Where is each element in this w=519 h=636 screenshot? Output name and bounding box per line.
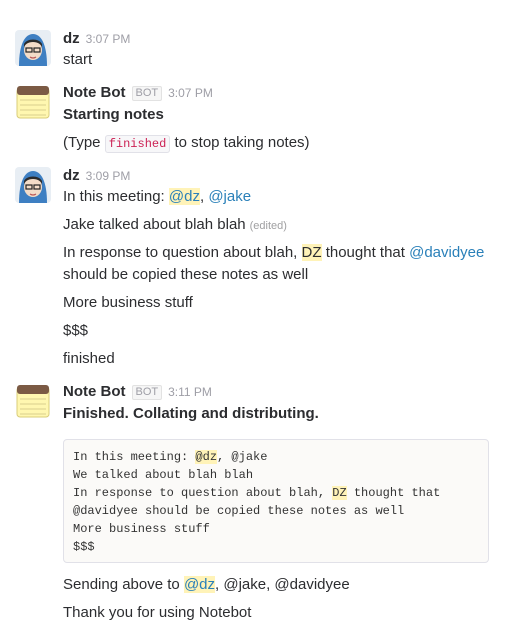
cropped-glyph [255, 0, 267, 2]
code-line: @davidyee should be copied these notes a… [73, 504, 405, 518]
timestamp[interactable]: 3:11 PM [168, 385, 212, 399]
code-line: $$$ [73, 540, 95, 554]
message-dz-2: dz 3:09 PM In this meeting: @dz, @jake Ja… [0, 167, 519, 371]
notepad-icon [15, 84, 51, 120]
code-line: We talked about blah blah [73, 468, 254, 482]
timestamp[interactable]: 3:07 PM [86, 32, 131, 46]
author-name[interactable]: dz [63, 30, 80, 47]
jake-line: Jake talked about blah blah (edited) [63, 215, 287, 236]
thanks-line: Thank you for using Notebot [63, 604, 252, 621]
meeting-line: In this meeting: @dz, @jake [63, 187, 251, 207]
message-notebot-1: Note Bot BOT 3:07 PM Starting notes (Type … [0, 84, 519, 156]
author-name[interactable]: Note Bot [63, 383, 126, 400]
code-highlight-dz: @dz [195, 450, 218, 464]
code-highlight-DZ: DZ [332, 486, 347, 500]
mention-jake[interactable]: @jake [208, 188, 251, 205]
timestamp[interactable]: 3:09 PM [86, 169, 131, 183]
message-header: dz 3:09 PM [63, 167, 130, 185]
code-block: In this meeting: @dz, @jake We talked ab… [63, 439, 489, 563]
mention-dz[interactable]: @dz [183, 576, 216, 593]
sending-rest: , @jake, @davidyee [215, 576, 350, 593]
timestamp[interactable]: 3:07 PM [168, 86, 213, 100]
highlight-dz: DZ [301, 244, 322, 261]
response-mid: thought that [325, 244, 405, 261]
response-line-2: should be copied these notes as well [63, 266, 309, 283]
code-line: More business stuff [73, 522, 210, 536]
bot-badge: BOT [131, 86, 163, 101]
message-title: Finished. Collating and distributing. [63, 405, 319, 422]
mention-dz[interactable]: @dz [168, 188, 200, 205]
type-hint-suffix: to stop taking notes) [174, 134, 310, 151]
mention-davidyee[interactable]: @davidyee [409, 244, 484, 261]
code-line-3-prefix: In response to question about blah, [73, 486, 326, 500]
avatar[interactable] [15, 30, 51, 66]
more-line: More business stuff [63, 294, 193, 311]
code-line-1-prefix: In this meeting: [73, 450, 189, 464]
message-title: Starting notes [63, 106, 164, 123]
inline-code: finished [104, 135, 171, 153]
bot-badge: BOT [131, 385, 163, 400]
message-dz-1: dz 3:07 PM start [0, 30, 519, 70]
type-hint-prefix: (Type [63, 134, 101, 151]
separator: , [199, 188, 205, 205]
code-line: In this meeting: @dz, @jake [73, 448, 479, 466]
blue-hooded-avatar-icon [15, 30, 51, 66]
avatar[interactable] [15, 84, 51, 120]
code-line: In response to question about blah, DZ t… [73, 484, 479, 502]
message-header: dz 3:07 PM [63, 30, 130, 48]
author-name[interactable]: Note Bot [63, 84, 126, 101]
notepad-icon [15, 383, 51, 419]
meeting-prefix: In this meeting: [63, 188, 165, 205]
code-line-1-suffix: , @jake [217, 450, 268, 464]
author-name[interactable]: dz [63, 167, 80, 184]
avatar[interactable] [15, 167, 51, 203]
edited-label: (edited) [249, 220, 287, 232]
response-prefix: In response to question about blah, [63, 244, 298, 261]
jake-text: Jake talked about blah blah [63, 216, 246, 233]
avatar[interactable] [15, 383, 51, 419]
response-line: In response to question about blah, DZ t… [63, 243, 484, 263]
message-header: Note Bot BOT 3:11 PM [63, 383, 212, 401]
message-header: Note Bot BOT 3:07 PM [63, 84, 213, 102]
type-hint-line: (Type finished to stop taking notes) [63, 133, 310, 154]
sending-prefix: Sending above to [63, 576, 180, 593]
blue-hooded-avatar-icon [15, 167, 51, 203]
sending-line: Sending above to @dz, @jake, @davidyee [63, 575, 350, 595]
code-line-3-suffix: thought that [353, 486, 441, 500]
dollars-line: $$$ [63, 322, 89, 339]
message-text: start [63, 51, 93, 68]
finished-line: finished [63, 350, 115, 367]
